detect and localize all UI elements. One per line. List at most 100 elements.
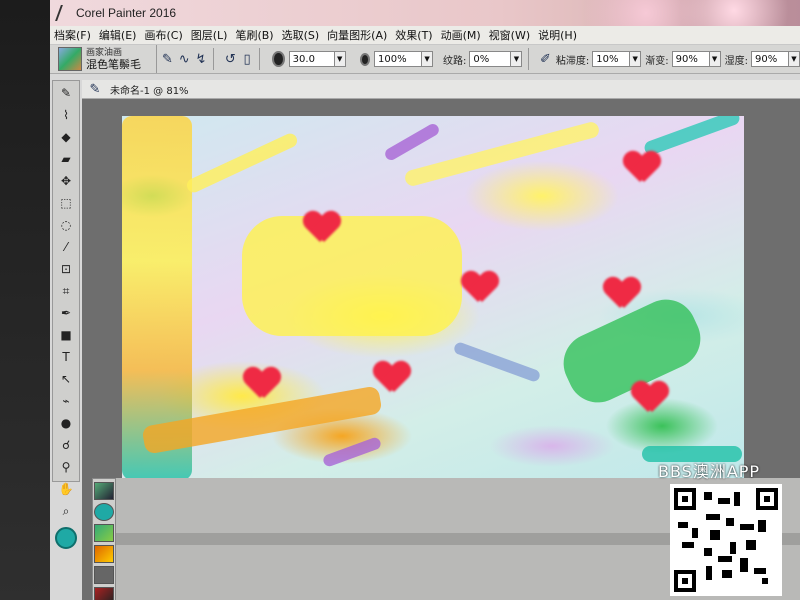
chevron-down-icon[interactable]: ▼ [422,51,434,67]
menu-shapes[interactable]: 向量图形(A) [323,27,391,43]
menu-brushes[interactable]: 笔刷(B) [231,27,277,43]
stroke-straight-icon[interactable]: ↯ [195,50,208,68]
red-heart-shape [624,152,660,184]
clone-icon[interactable]: ⚲ [55,457,77,477]
fill-icon[interactable]: ◆ [55,127,77,147]
red-heart-shape [304,212,340,244]
size-value[interactable]: 30.0 [288,51,335,67]
brush-tool-icon[interactable]: ✎ [161,50,174,68]
painting-canvas[interactable] [122,116,744,480]
dropper-icon[interactable]: ⌇ [55,105,77,125]
crop-icon[interactable]: ⌗ [55,281,77,301]
app-icon [55,5,73,21]
red-heart-shape [374,362,410,394]
brush-selector[interactable]: 画家油画 混色笔鬃毛 [50,45,158,73]
brush-variant: 混色笔鬃毛 [86,58,141,71]
paint-stroke [184,131,300,195]
selection-icon[interactable]: ↖ [55,369,77,389]
path-icon[interactable]: ⌁ [55,391,77,411]
pen-icon[interactable]: ✒ [55,303,77,323]
gradient-icon[interactable] [94,545,114,563]
wetness-field[interactable]: 湿度: 90% ▼ [725,51,800,67]
chevron-down-icon[interactable]: ▼ [788,51,800,67]
document-icon: ✎ [89,81,101,97]
menu-file[interactable]: 档案(F) [50,27,95,43]
viscosity-label: 粘滞度: [555,55,590,67]
grain-value[interactable]: 0% [469,51,512,67]
red-heart-shape [604,278,640,310]
opacity-field[interactable]: 100% ▼ [374,51,434,67]
brush-name: 画家油画 混色笔鬃毛 [86,47,141,71]
document-title-bar: ✎ 未命名-1 @ 81% [82,80,800,99]
eraser-icon[interactable]: ▰ [55,149,77,169]
stylus-icon[interactable]: ▯ [241,50,254,68]
opacity-value[interactable]: 100% [374,51,423,67]
menu-select[interactable]: 选取(S) [278,27,324,43]
paper-library-icon[interactable] [94,482,114,500]
menu-edit[interactable]: 编辑(E) [95,27,141,43]
lasso-icon[interactable]: ◌ [55,215,77,235]
red-heart-shape [632,382,668,414]
stroke-freehand-icon[interactable]: ∿ [178,50,191,68]
red-heart-shape [462,272,498,304]
menu-movie[interactable]: 动画(M) [437,27,485,43]
paint-stroke [242,216,462,336]
red-heart-shape [244,368,280,400]
wetness-value[interactable]: 90% [750,51,789,67]
chevron-down-icon[interactable]: ▼ [334,51,346,67]
paint-stroke [642,116,742,157]
document-title: 未命名-1 @ 81% [110,85,189,97]
blend-value[interactable]: 90% [671,51,710,67]
dodge-icon[interactable]: ● [55,413,77,433]
rectangle-icon[interactable]: ■ [55,325,77,345]
chevron-down-icon[interactable]: ▼ [709,51,721,67]
blend-field[interactable]: 渐变: 90% ▼ [645,51,721,67]
title-bar-wallpaper [580,0,800,26]
viscosity-field[interactable]: 粘滞度: 10% ▼ [555,51,642,67]
grain-field[interactable]: 纹路: 0% ▼ [443,51,523,67]
move-icon[interactable]: ✥ [55,171,77,191]
viscosity-value[interactable]: 10% [592,51,631,67]
property-bar: 画家油画 混色笔鬃毛 ✎ ∿ ↯ ↺ ▯ 30.0 ▼ 100% ▼ 纹路: 0… [50,45,800,74]
weave-icon[interactable] [94,587,114,600]
size-field[interactable]: 30.0 ▼ [288,51,346,67]
brush-icon[interactable]: ✎ [55,83,77,103]
watermark: BBS澳洲APP [658,458,798,482]
qr-code [670,484,782,596]
text-icon[interactable]: T [55,347,77,367]
reset-icon[interactable]: ↺ [224,50,237,68]
rect-select-icon[interactable]: ⬚ [55,193,77,213]
color-set-icon[interactable] [94,503,114,521]
title-bar: Corel Painter 2016 [50,0,800,26]
nozzle-icon[interactable] [94,566,114,584]
zoom-icon[interactable]: ⌕ [55,501,77,521]
color-swatch[interactable] [55,527,77,549]
paint-stroke [452,340,542,384]
magic-wand-icon[interactable]: ⁄ [55,237,77,257]
hand-icon[interactable]: ✋ [55,479,77,499]
menu-layers[interactable]: 图层(L) [187,27,232,43]
dirty-mode-icon[interactable]: ✐ [539,50,552,68]
window-title: Corel Painter 2016 [76,6,177,20]
separator [259,48,261,70]
chevron-down-icon[interactable]: ▼ [630,51,642,67]
menu-help[interactable]: 说明(H) [534,27,581,43]
transform-icon[interactable]: ⊡ [55,259,77,279]
menu-window[interactable]: 视窗(W) [485,27,534,43]
qr-finder [674,570,696,592]
menu-effects[interactable]: 效果(T) [391,27,436,43]
size-icon [272,51,285,67]
pattern-icon[interactable] [94,524,114,542]
menu-canvas[interactable]: 画布(C) [140,27,186,43]
menu-bar: 档案(F) 编辑(E) 画布(C) 图层(L) 笔刷(B) 选取(S) 向量图形… [50,26,800,45]
blend-label: 渐变: [645,55,669,67]
grain-label: 纹路: [443,55,467,67]
blend-icon[interactable]: ☌ [55,435,77,455]
qr-finder [674,488,696,510]
media-panel [92,478,116,600]
chevron-down-icon[interactable]: ▼ [511,51,523,67]
toolbox: ✎ ⌇ ◆ ▰ ✥ ⬚ ◌ ⁄ ⊡ ⌗ ✒ ■ T ↖ ⌁ ● ☌ ⚲ ✋ ⌕ [52,80,80,549]
qr-finder [756,488,778,510]
paint-stroke [383,121,441,163]
watermark-title: BBS澳洲APP [658,462,761,481]
